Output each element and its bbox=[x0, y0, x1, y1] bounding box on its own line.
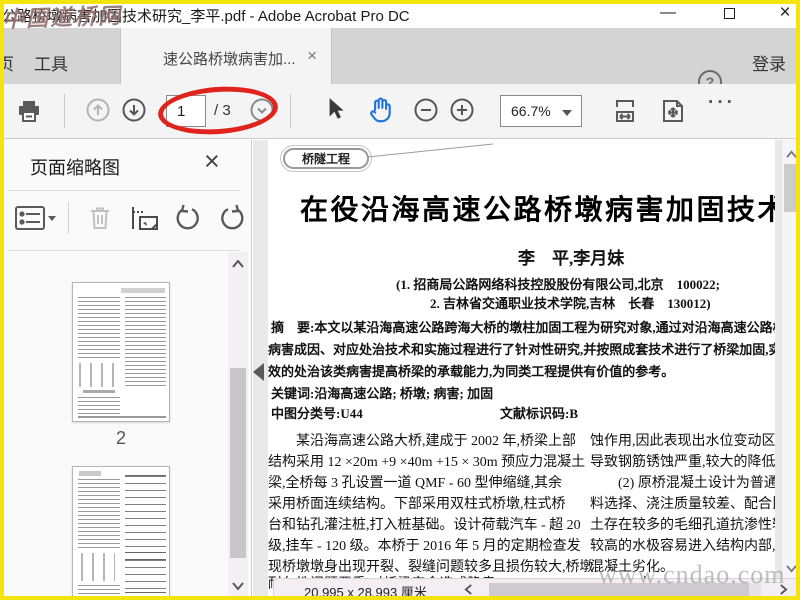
zoom-level-dropdown[interactable]: 66.7% bbox=[500, 95, 582, 127]
body-right-line: 蚀作用,因此表现出水位变动区内 bbox=[590, 434, 775, 449]
hand-tool-icon[interactable] bbox=[366, 95, 396, 125]
document-viewport: 桥隧工程 在役沿海高速公路桥墩病害加固技术研究 李 平,李月妹 (1. 招商局公… bbox=[253, 140, 800, 600]
body-right-line: 料选择、浇注质量较差、配合比设 bbox=[590, 497, 775, 512]
zoom-out-icon[interactable] bbox=[414, 98, 438, 122]
collapse-panel-button[interactable] bbox=[253, 363, 264, 381]
close-window-button[interactable]: × bbox=[762, 0, 800, 28]
rotate-counterclockwise-icon[interactable] bbox=[174, 204, 204, 232]
body-left-line: 台和钻孔灌注桩,打入桩基础。设计荷载汽车 - 超 20 bbox=[268, 518, 581, 533]
thumbnail-content bbox=[78, 397, 120, 415]
more-tools-icon[interactable]: ··· bbox=[708, 92, 736, 114]
previous-page-icon[interactable] bbox=[86, 98, 110, 122]
thumbnail-content bbox=[78, 297, 120, 359]
help-glyph: ? bbox=[705, 74, 715, 84]
body-left-line: 采用桥面连续结构。下部采用双柱式桥墩,柱式桥 bbox=[268, 497, 566, 512]
chevron-down-icon bbox=[562, 110, 572, 116]
abstract-line-1: 摘 要:本文以某沿海高速公路跨海大桥的墩柱加固工程为研究对象,通过对沿海高速公路… bbox=[271, 320, 775, 335]
minimize-button[interactable]: — bbox=[645, 0, 691, 28]
cndao-watermark: www.cndao.com bbox=[598, 560, 786, 589]
panel-scrollbar-thumb[interactable] bbox=[230, 368, 246, 558]
print-icon[interactable] bbox=[16, 98, 42, 124]
thumbnail-content bbox=[121, 288, 165, 293]
thumbnail-content bbox=[125, 297, 166, 389]
thumbnail-content bbox=[78, 479, 120, 549]
tab-document[interactable]: 速公路桥墩病害加... × bbox=[120, 28, 332, 84]
acrobat-window: 公路桥墩病害加固技术研究_李平.pdf - Adobe Acrobat Pro … bbox=[0, 0, 800, 600]
page-3-thumbnail[interactable] bbox=[72, 466, 170, 600]
thumbnail-content bbox=[83, 390, 115, 393]
page-2-label: 2 bbox=[115, 428, 126, 448]
select-tool-icon[interactable] bbox=[322, 96, 348, 122]
tab-close-icon[interactable]: × bbox=[307, 46, 317, 66]
affiliation-1: (1. 招商局公路网络科技控股股份有限公司,北京 100022; bbox=[396, 277, 720, 292]
document-code: 文献标识码:B bbox=[500, 406, 579, 421]
tab-document-label: 速公路桥墩病害加... bbox=[163, 51, 296, 68]
body-right-line: 土存在较多的毛细孔道抗渗性较 bbox=[590, 518, 775, 533]
tab-tools[interactable]: 工具 bbox=[34, 50, 68, 75]
scroll-up-icon[interactable] bbox=[231, 256, 245, 268]
main-toolbar: / 3 66.7% ··· bbox=[0, 82, 800, 139]
clc-number: 中图分类号:U44 bbox=[271, 406, 363, 421]
page-2-thumbnail[interactable] bbox=[72, 282, 170, 422]
capture-frame bbox=[0, 596, 800, 600]
body-right-line: 较高的水极容易进入结构内部,从 bbox=[590, 539, 775, 554]
thumbnail-content bbox=[125, 475, 166, 553]
thumbnail-content bbox=[78, 416, 166, 418]
body-right-line: 导致钢筋锈蚀严重,较大的降低了 bbox=[590, 455, 775, 470]
thumbnail-content bbox=[79, 471, 101, 476]
abstract-line-3: 效的处治该类病害提高桥梁的承载能力,为同类工程提供有价值的参考。 bbox=[268, 364, 675, 379]
fit-width-icon[interactable] bbox=[612, 98, 638, 124]
rotate-clockwise-icon[interactable] bbox=[218, 204, 248, 232]
pdf-page: 桥隧工程 在役沿海高速公路桥墩病害加固技术研究 李 平,李月妹 (1. 招商局公… bbox=[268, 140, 775, 600]
maximize-button[interactable] bbox=[706, 0, 752, 28]
badge-rule-line bbox=[367, 142, 498, 165]
panel-divider bbox=[8, 190, 240, 191]
resize-pages-icon[interactable] bbox=[130, 204, 160, 232]
fit-page-icon[interactable] bbox=[660, 98, 686, 124]
red-circle-annotation bbox=[156, 82, 280, 139]
thumbnail-content bbox=[81, 553, 115, 581]
delete-page-icon[interactable] bbox=[86, 204, 116, 232]
scroll-down-icon[interactable] bbox=[231, 578, 245, 591]
paper-title: 在役沿海高速公路桥墩病害加固技术研究 bbox=[300, 194, 775, 225]
body-left-line: 结构采用 12 ×20m +9 ×40m +15 × 30m 预应力混凝土 bbox=[268, 455, 586, 470]
panel-divider bbox=[8, 250, 240, 251]
panel-title: 页面缩略图 bbox=[30, 158, 120, 178]
toolbar-separator bbox=[64, 94, 65, 128]
thumbnail-content bbox=[125, 559, 166, 593]
paper-authors: 李 平,李月妹 bbox=[518, 249, 625, 268]
toolbar-separator bbox=[290, 94, 291, 128]
zoom-in-icon[interactable] bbox=[450, 98, 474, 122]
column-badge-label: 桥隧工程 bbox=[301, 152, 350, 166]
thumbnail-options-icon[interactable] bbox=[14, 204, 58, 232]
daoqiao-watermark: 中国道桥网 bbox=[1, 2, 123, 33]
body-left-line: 级,挂车 - 120 级。本桥于 2016 年 5 月的定期检查发 bbox=[268, 539, 581, 554]
body-right-line: (2) 原桥混凝土设计为普通 bbox=[590, 476, 775, 491]
keywords-line: 关键词:沿海高速公路; 桥墩; 病害; 加固 bbox=[271, 386, 494, 401]
thumbnails-panel: 页面缩略图 × 2 bbox=[0, 140, 252, 600]
help-icon[interactable]: ? bbox=[698, 70, 722, 84]
affiliation-2: 2. 吉林省交通职业技术学院,吉林 长春 130012) bbox=[430, 296, 711, 311]
capture-frame bbox=[0, 0, 4, 600]
zoom-level-value: 66.7% bbox=[511, 103, 551, 119]
body-left-line: 梁,全桥每 3 孔设置一道 QMF - 60 型伸缩缝,其余 bbox=[268, 476, 563, 491]
scroll-left-icon[interactable] bbox=[464, 583, 478, 595]
thumbnail-content bbox=[79, 363, 119, 387]
capture-frame bbox=[0, 0, 800, 4]
next-page-icon[interactable] bbox=[122, 98, 146, 122]
maximize-icon bbox=[723, 8, 735, 19]
body-left-line: 某沿海高速公路大桥,建成于 2002 年,桥梁上部 bbox=[268, 434, 576, 449]
abstract-line-2: 病害成因、对应处治技术和实施过程进行了针对性研究,并按照成套技术进行了桥梁加固,… bbox=[268, 342, 775, 357]
panel-close-icon[interactable]: × bbox=[204, 146, 220, 177]
tab-bar: 主页 工具 速公路桥墩病害加... × ? 登录 bbox=[0, 28, 800, 84]
sign-in-button[interactable]: 登录 bbox=[752, 50, 786, 75]
panel-separator bbox=[68, 202, 69, 234]
capture-frame bbox=[796, 0, 800, 600]
column-badge: 桥隧工程 bbox=[283, 148, 369, 169]
